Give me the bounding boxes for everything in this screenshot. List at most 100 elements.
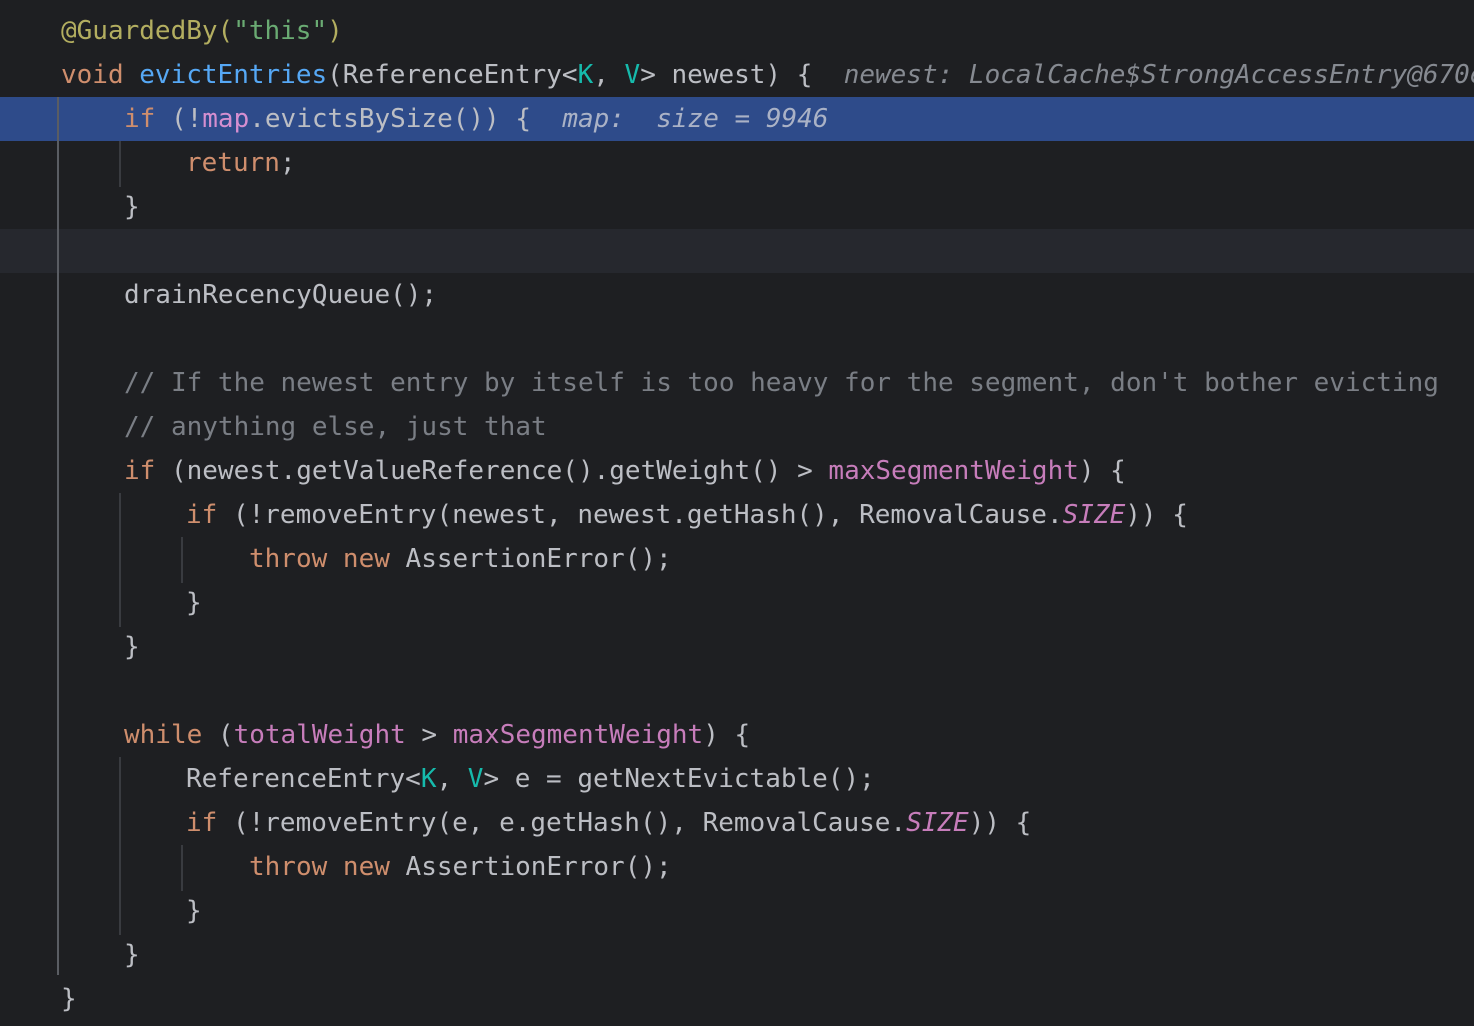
code-line-content: } (124, 933, 140, 977)
code-line[interactable]: drainRecencyQueue(); (0, 273, 1474, 317)
code-token: ) { (1078, 456, 1126, 486)
inlay-hint: newest: LocalCache$StrongAccessEntry@670… (812, 60, 1474, 90)
code-token: } (124, 632, 140, 662)
code-line-content: throw new AssertionError(); (249, 845, 672, 889)
code-token: } (124, 192, 140, 222)
code-line-content: return; (186, 141, 296, 185)
code-token: K (420, 764, 437, 794)
code-token: maxSegmentWeight (452, 720, 704, 750)
code-line[interactable]: while (totalWeight > maxSegmentWeight) { (0, 713, 1474, 757)
indent-guide (119, 493, 121, 627)
code-token: > e = getNextEvictable(); (483, 764, 875, 794)
code-line[interactable]: if (!removeEntry(e, e.getHash(), Removal… (0, 801, 1474, 845)
code-line-content: } (186, 889, 202, 933)
code-line[interactable]: } (0, 977, 1474, 1021)
code-token: @GuardedBy( (61, 16, 234, 46)
code-token: .evictsBySize()) { (249, 104, 532, 134)
caret-line[interactable] (0, 229, 1474, 273)
code-token: (newest.getValueReference().getWeight() … (170, 456, 829, 486)
indent-guide (119, 141, 121, 187)
code-token: map (202, 104, 250, 134)
code-token: AssertionError(); (405, 544, 672, 574)
code-token: void (61, 60, 140, 90)
code-line[interactable] (0, 669, 1474, 713)
code-line[interactable]: void evictEntries(ReferenceEntry<K, V> n… (0, 53, 1474, 97)
code-line-content: throw new AssertionError(); (249, 537, 672, 581)
code-line-content: // anything else, just that (124, 405, 547, 449)
code-token: )) { (968, 808, 1032, 838)
code-token: } (186, 896, 202, 926)
code-token: , (436, 764, 468, 794)
code-line[interactable]: ReferenceEntry<K, V> e = getNextEvictabl… (0, 757, 1474, 801)
code-line[interactable] (0, 317, 1474, 361)
code-token: } (186, 588, 202, 618)
code-token: if (124, 456, 171, 486)
code-token: ) (327, 16, 343, 46)
code-token: if (186, 808, 233, 838)
code-token: (!removeEntry(newest, newest.getHash(), … (232, 500, 1063, 530)
code-line[interactable]: } (0, 625, 1474, 669)
code-token: if (186, 500, 233, 530)
code-line-content: if (!map.evictsBySize()) { map: size = 9… (124, 97, 828, 141)
execution-point-line[interactable]: if (!map.evictsBySize()) { map: size = 9… (0, 97, 1474, 141)
code-token: AssertionError(); (405, 852, 672, 882)
code-token: ReferenceEntry< (186, 764, 421, 794)
code-token: "this" (233, 16, 328, 46)
code-token: evictEntries (139, 60, 328, 90)
code-line[interactable]: // If the newest entry by itself is too … (0, 361, 1474, 405)
code-line[interactable]: } (0, 185, 1474, 229)
code-line[interactable]: } (0, 933, 1474, 977)
code-token: V (624, 60, 641, 90)
code-line-content: // If the newest entry by itself is too … (124, 361, 1439, 405)
code-line[interactable]: throw new AssertionError(); (0, 537, 1474, 581)
code-line[interactable]: if (!removeEntry(newest, newest.getHash(… (0, 493, 1474, 537)
code-token: // If the newest entry by itself is too … (124, 368, 1439, 398)
code-token: )) { (1125, 500, 1188, 530)
code-token: ; (279, 148, 296, 178)
indent-guide (181, 845, 183, 891)
code-line-content: if (newest.getValueReference().getWeight… (124, 449, 1126, 493)
code-token: (! (170, 104, 203, 134)
code-token: } (124, 940, 140, 970)
code-token: while (124, 720, 218, 750)
code-token: (ReferenceEntry< (327, 60, 578, 90)
code-token: K (577, 60, 594, 90)
code-token: V (467, 764, 484, 794)
code-token: (!removeEntry(e, e.getHash(), RemovalCau… (232, 808, 907, 838)
code-line-content: drainRecencyQueue(); (124, 273, 437, 317)
indent-guide (119, 757, 121, 935)
code-line-content: void evictEntries(ReferenceEntry<K, V> n… (61, 53, 1474, 97)
code-line-content: } (124, 185, 140, 229)
code-token: return (186, 148, 280, 178)
code-token: SIZE (1062, 500, 1126, 530)
code-token: throw new (249, 852, 406, 882)
indent-guide (181, 537, 183, 583)
code-line[interactable]: // anything else, just that (0, 405, 1474, 449)
code-token: ( (217, 720, 234, 750)
code-line-content: if (!removeEntry(newest, newest.getHash(… (186, 493, 1188, 537)
code-token: > newest) { (640, 60, 813, 90)
code-token: totalWeight (233, 720, 406, 750)
code-token: if (124, 104, 171, 134)
code-line[interactable]: return; (0, 141, 1474, 185)
code-line[interactable]: @GuardedBy("this") (0, 9, 1474, 53)
code-line[interactable]: } (0, 581, 1474, 625)
code-token: , (593, 60, 625, 90)
code-line[interactable]: throw new AssertionError(); (0, 845, 1474, 889)
code-line-content: if (!removeEntry(e, e.getHash(), Removal… (186, 801, 1031, 845)
code-line-content: ReferenceEntry<K, V> e = getNextEvictabl… (186, 757, 875, 801)
code-token: throw new (249, 544, 406, 574)
code-token: } (61, 984, 77, 1014)
code-token: drainRecencyQueue(); (124, 280, 438, 310)
code-editor[interactable]: @GuardedBy("this") void evictEntries(Refe… (0, 0, 1474, 1026)
inlay-hint: map: size = 9946 (531, 104, 829, 134)
code-line-content: } (124, 625, 140, 669)
code-line[interactable]: } (0, 889, 1474, 933)
code-token: SIZE (906, 808, 969, 838)
code-line[interactable]: if (newest.getValueReference().getWeight… (0, 449, 1474, 493)
code-token: // anything else, just that (124, 412, 547, 442)
code-token: > (405, 720, 453, 750)
code-token: maxSegmentWeight (828, 456, 1079, 486)
indent-guide (57, 97, 59, 975)
code-line-content: while (totalWeight > maxSegmentWeight) { (124, 713, 750, 757)
